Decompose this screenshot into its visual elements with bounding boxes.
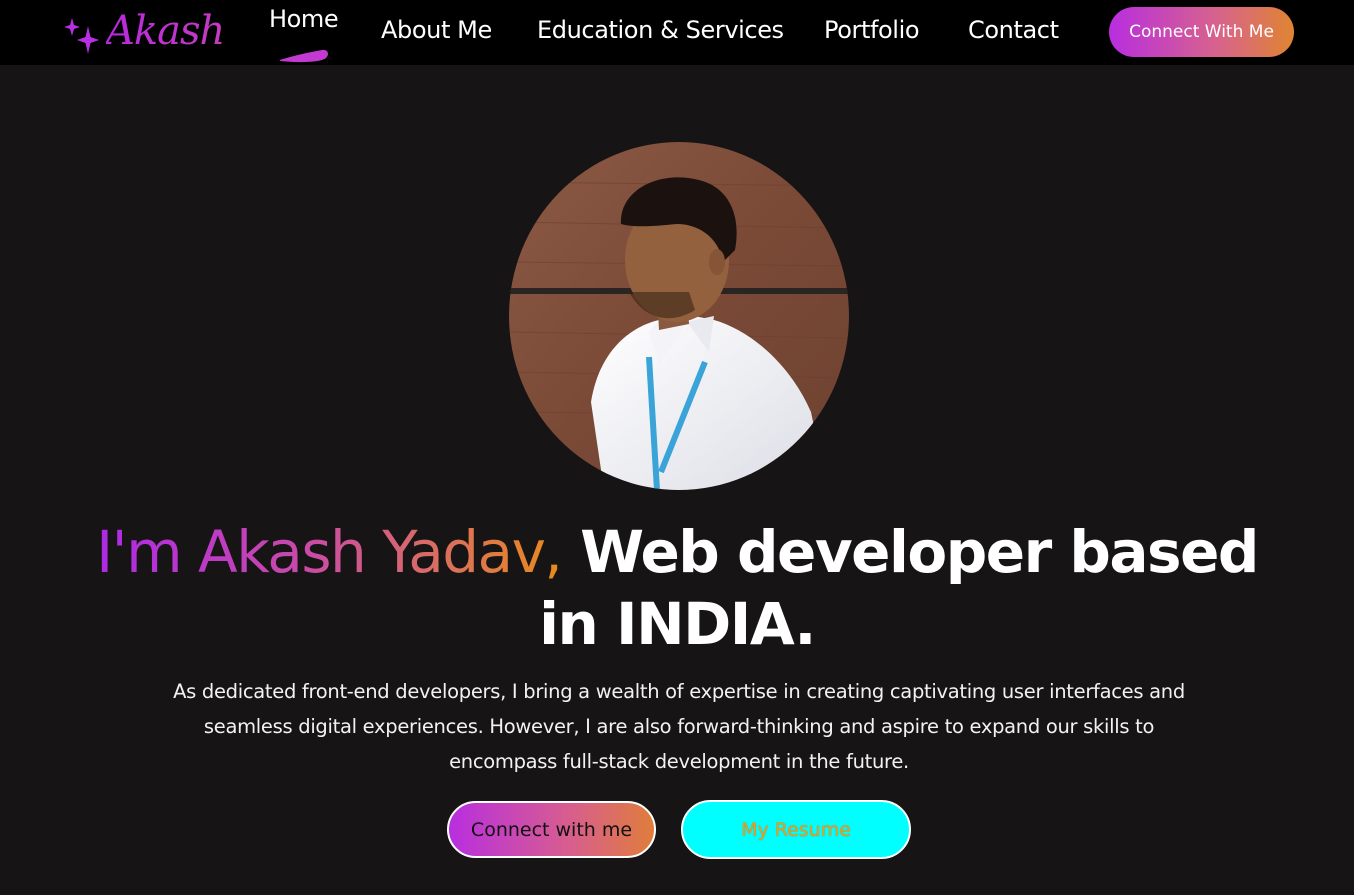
- logo-text: Akash: [106, 8, 225, 54]
- hero-description: As dedicated front-end developers, I bri…: [173, 680, 1185, 773]
- hero-headline: I'm Akash Yadav, Web developer based in …: [60, 516, 1294, 660]
- nav-item-home[interactable]: Home: [269, 5, 339, 33]
- sparkle-icon: [64, 18, 99, 54]
- site-logo[interactable]: Akash: [62, 6, 232, 60]
- nav-item-portfolio[interactable]: Portfolio: [824, 16, 920, 44]
- connect-with-me-hero-button[interactable]: Connect with me: [447, 801, 656, 858]
- nav-item-contact[interactable]: Contact: [968, 16, 1059, 44]
- hero-headline-rest: Web developer based in INDIA.: [539, 518, 1259, 658]
- profile-illustration: [509, 142, 849, 490]
- active-indicator-icon: [280, 49, 328, 63]
- nav-item-about[interactable]: About Me: [381, 16, 492, 44]
- navbar: Akash Home About Me Education & Services…: [0, 0, 1354, 65]
- nav-item-education-services[interactable]: Education & Services: [537, 16, 784, 44]
- my-resume-button[interactable]: My Resume: [681, 800, 911, 859]
- profile-photo: [509, 142, 849, 490]
- hero-headline-name: I'm Akash Yadav,: [96, 518, 563, 586]
- connect-with-me-button[interactable]: Connect With Me: [1109, 7, 1294, 57]
